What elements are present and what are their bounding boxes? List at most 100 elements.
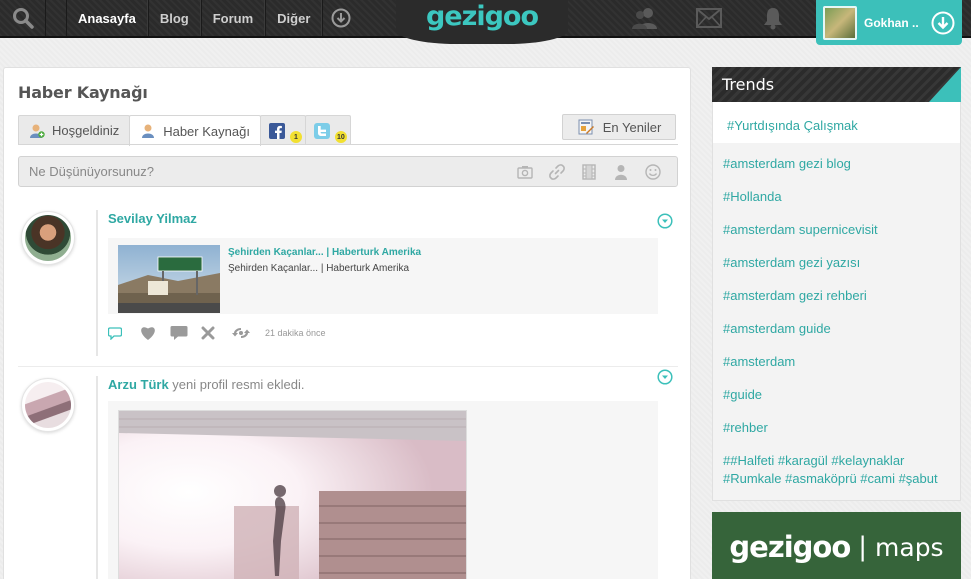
user-add-icon xyxy=(29,123,45,139)
notification-icons xyxy=(622,0,814,36)
nav-forum[interactable]: Forum xyxy=(200,0,266,36)
logo-container[interactable]: gezigoo xyxy=(396,0,568,44)
bell-icon xyxy=(764,8,782,30)
close-icon xyxy=(201,326,215,340)
chevron-down-circle-icon xyxy=(657,213,673,229)
post-author-avatar[interactable] xyxy=(21,211,75,265)
link-title[interactable]: Şehirden Kaçanlar... | Haberturk Amerika xyxy=(228,247,421,258)
link-description: Şehirden Kaçanlar... | Haberturk Amerika xyxy=(228,263,410,274)
link-thumbnail[interactable] xyxy=(118,245,220,313)
comment-button[interactable] xyxy=(108,325,139,341)
trend-item[interactable]: #amsterdam supernicevisit xyxy=(723,221,878,239)
person-icon xyxy=(615,165,627,180)
trend-item[interactable]: #amsterdam gezi blog xyxy=(723,155,851,173)
smiley-icon xyxy=(645,164,661,180)
news-feed-panel: Haber Kaynağı Hoşgeldiniz Haber Kaynağı xyxy=(3,67,691,579)
newest-button[interactable]: En Yeniler xyxy=(562,114,676,140)
notifications-button[interactable] xyxy=(750,0,796,36)
status-input[interactable] xyxy=(19,157,499,186)
film-icon xyxy=(582,164,596,180)
mail-icon xyxy=(696,8,722,28)
trend-item[interactable]: #amsterdam guide xyxy=(723,320,831,338)
add-video-button[interactable] xyxy=(573,163,605,181)
trend-item[interactable]: #Yurtdışında Çalışmak xyxy=(727,117,858,135)
search-button[interactable] xyxy=(0,0,46,36)
messages-button[interactable] xyxy=(686,0,732,36)
user-name[interactable]: Gokhan .. xyxy=(864,16,926,30)
maps-separator: | xyxy=(858,532,868,562)
nav-more-button[interactable] xyxy=(322,0,358,36)
facebook-icon xyxy=(268,122,285,139)
add-link-button[interactable] xyxy=(541,163,573,181)
tab-label: Haber Kaynağı xyxy=(163,123,250,139)
friends-button[interactable] xyxy=(622,0,668,36)
user-dropdown-button[interactable] xyxy=(930,10,956,36)
twitter-badge: 10 xyxy=(334,131,347,143)
author-name-text[interactable]: Arzu Türk xyxy=(108,377,169,392)
trend-item[interactable]: ##Halfeti #karagül #kelaynaklar #Rumkale… xyxy=(723,452,951,488)
post-author-name[interactable]: Arzu Türk yeni profil resmi ekledi. xyxy=(108,377,305,392)
maps-product: maps xyxy=(875,532,944,562)
nav-blog[interactable]: Blog xyxy=(147,0,201,36)
trends-panel: Trends #Yurtdışında Çalışmak #amsterdam … xyxy=(712,67,961,501)
post-timeline-line xyxy=(96,376,98,579)
share-button[interactable] xyxy=(232,325,263,341)
site-logo: gezigoo xyxy=(425,1,539,32)
trend-item[interactable]: #amsterdam gezi rehberi xyxy=(723,287,867,305)
user-avatar[interactable] xyxy=(823,5,857,40)
post-divider xyxy=(18,366,678,367)
link-preview-card[interactable]: Şehirden Kaçanlar... | Haberturk Amerika… xyxy=(108,238,658,314)
trend-item[interactable]: #amsterdam xyxy=(723,353,795,371)
twitter-icon xyxy=(313,122,330,139)
tab-facebook[interactable]: 1 xyxy=(259,115,306,145)
trend-item[interactable]: #guide xyxy=(723,386,762,404)
photo-post-card xyxy=(108,401,658,579)
status-composer xyxy=(18,156,678,187)
profile-photo[interactable] xyxy=(118,410,467,579)
newest-label: En Yeniler xyxy=(602,119,662,135)
trend-item[interactable]: #Hollanda xyxy=(723,188,782,206)
post-actions: 21 dakika önce xyxy=(108,325,326,341)
tag-person-button[interactable] xyxy=(605,163,637,181)
tab-welcome[interactable]: Hoşgeldiniz xyxy=(18,115,131,145)
post-author-name[interactable]: Sevilay Yilmaz xyxy=(108,211,197,226)
post-timeline-line xyxy=(96,210,98,356)
trends-corner-accent xyxy=(929,67,961,102)
remove-button[interactable] xyxy=(201,325,232,341)
like-button[interactable] xyxy=(139,325,170,341)
maps-banner[interactable]: gezigoo | maps xyxy=(712,512,961,579)
avatar-photo xyxy=(25,382,71,428)
tab-label: Hoşgeldiniz xyxy=(52,123,120,138)
post-options-button[interactable] xyxy=(657,213,673,229)
trends-title: Trends xyxy=(722,75,775,94)
tab-twitter[interactable]: 10 xyxy=(304,115,351,145)
chevron-down-circle-icon xyxy=(931,11,955,34)
add-emoji-button[interactable] xyxy=(637,163,669,181)
main-nav: Anasayfa Blog Forum Diğer xyxy=(66,0,358,36)
maps-brand: gezigoo xyxy=(729,530,851,564)
nav-other[interactable]: Diğer xyxy=(265,0,323,36)
trend-item[interactable]: #rehber xyxy=(723,419,768,437)
feed-tabs: Hoşgeldiniz Haber Kaynağı 1 10 xyxy=(18,115,351,146)
nav-home[interactable]: Anasayfa xyxy=(66,0,148,36)
post-options-button[interactable] xyxy=(657,369,673,385)
chevron-down-circle-icon xyxy=(331,8,351,28)
heart-icon xyxy=(141,327,155,340)
post-action-text: yeni profil resmi ekledi. xyxy=(172,377,305,392)
trends-header: Trends xyxy=(712,67,961,102)
reply-button[interactable] xyxy=(170,325,201,341)
add-photo-button[interactable] xyxy=(509,163,541,181)
trend-item[interactable]: #amsterdam gezi yazısı xyxy=(723,254,860,272)
camera-icon xyxy=(517,166,533,179)
page-title: Haber Kaynağı xyxy=(18,83,148,102)
user-icon xyxy=(140,123,156,139)
newest-icon xyxy=(577,118,595,136)
post-author-avatar[interactable] xyxy=(21,378,75,432)
friends-icon xyxy=(632,8,657,29)
user-menu[interactable]: Gokhan .. xyxy=(816,0,962,45)
avatar-photo xyxy=(25,215,71,261)
speech-bubble-icon xyxy=(170,326,188,340)
link-icon xyxy=(549,164,565,180)
chevron-down-circle-icon xyxy=(657,369,673,385)
tab-news-feed[interactable]: Haber Kaynağı xyxy=(129,115,261,146)
